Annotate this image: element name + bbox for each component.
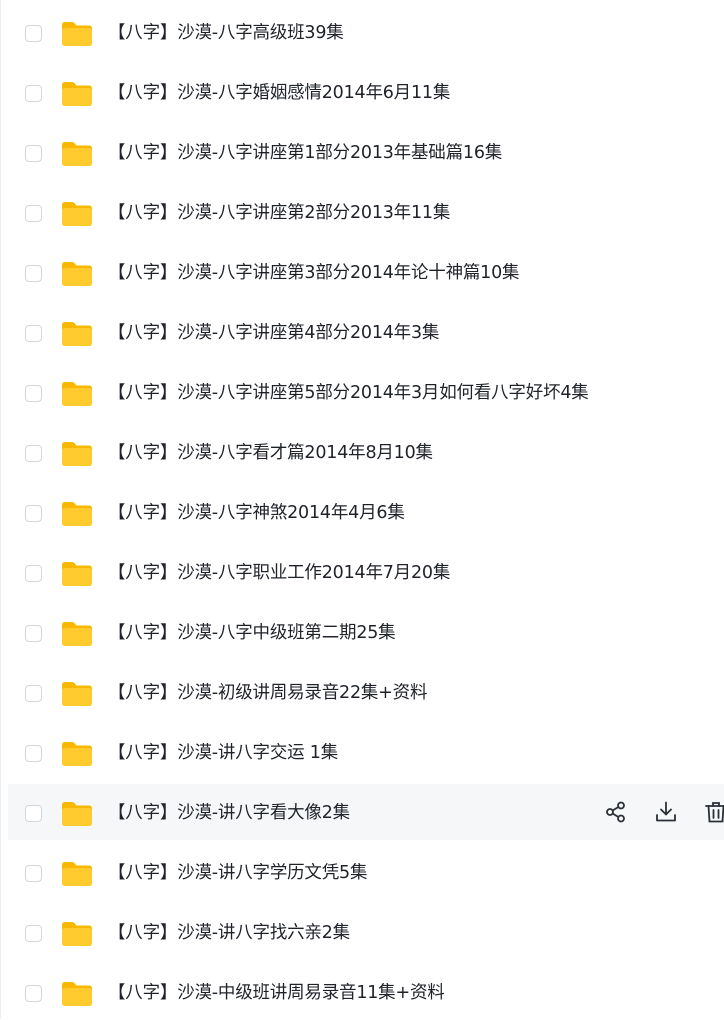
download-button[interactable] [652,798,680,826]
share-button[interactable] [602,798,630,826]
file-row[interactable]: 【八字】沙漠-初级讲周易录音22集+资料 [8,664,724,720]
trash-button[interactable] [702,798,724,826]
file-name[interactable]: 【八字】沙漠-八字讲座第2部分2013年11集 [108,200,450,226]
file-name[interactable]: 【八字】沙漠-八字讲座第3部分2014年论十神篇10集 [108,260,520,286]
row-checkbox[interactable] [25,985,42,1002]
folder-icon [61,21,93,47]
file-row[interactable]: 【八字】沙漠-讲八字交运 1集 [8,724,724,780]
row-checkbox[interactable] [25,445,42,462]
row-checkbox[interactable] [25,625,42,642]
folder-icon [61,921,93,947]
file-name[interactable]: 【八字】沙漠-讲八字看大像2集 [108,800,350,826]
file-row[interactable]: 【八字】沙漠-八字高级班39集 [8,4,724,60]
folder-icon [61,441,93,467]
row-checkbox[interactable] [25,325,42,342]
folder-icon [61,981,93,1007]
file-name[interactable]: 【八字】沙漠-讲八字学历文凭5集 [108,860,367,886]
file-row[interactable]: 【八字】沙漠-八字神煞2014年4月6集 [8,484,724,540]
file-row[interactable]: 【八字】沙漠-八字婚姻感情2014年6月11集 [8,64,724,120]
file-name[interactable]: 【八字】沙漠-八字神煞2014年4月6集 [108,500,405,526]
share-icon [602,798,630,826]
row-checkbox[interactable] [25,505,42,522]
row-checkbox[interactable] [25,925,42,942]
file-name[interactable]: 【八字】沙漠-八字中级班第二期25集 [108,620,396,646]
file-name[interactable]: 【八字】沙漠-八字讲座第5部分2014年3月如何看八字好坏4集 [108,380,589,406]
file-row[interactable]: 【八字】沙漠-八字讲座第2部分2013年11集 [8,184,724,240]
folder-icon [61,741,93,767]
file-name[interactable]: 【八字】沙漠-八字看才篇2014年8月10集 [108,440,433,466]
file-name[interactable]: 【八字】沙漠-八字讲座第1部分2013年基础篇16集 [108,140,502,166]
file-row[interactable]: 【八字】沙漠-八字讲座第4部分2014年3集 [8,304,724,360]
file-list: 【八字】沙漠-八字高级班39集 【八字】沙漠-八字婚姻感情2014年6月11集 【八… [0,0,724,1019]
file-row[interactable]: 【八字】沙漠-讲八字学历文凭5集 [8,844,724,900]
file-name[interactable]: 【八字】沙漠-初级讲周易录音22集+资料 [108,680,427,706]
row-checkbox[interactable] [25,865,42,882]
file-name[interactable]: 【八字】沙漠-中级班讲周易录音11集+资料 [108,980,445,1006]
trash-icon [702,798,724,826]
folder-icon [61,501,93,527]
file-name[interactable]: 【八字】沙漠-讲八字找六亲2集 [108,920,350,946]
row-checkbox[interactable] [25,265,42,282]
folder-icon [61,861,93,887]
row-checkbox[interactable] [25,85,42,102]
file-row[interactable]: 【八字】沙漠-八字讲座第3部分2014年论十神篇10集 [8,244,724,300]
folder-icon [61,681,93,707]
folder-icon [61,261,93,287]
file-name[interactable]: 【八字】沙漠-八字婚姻感情2014年6月11集 [108,80,450,106]
row-checkbox[interactable] [25,565,42,582]
folder-icon [61,321,93,347]
row-checkbox[interactable] [25,685,42,702]
folder-icon [61,621,93,647]
folder-icon [61,141,93,167]
file-name[interactable]: 【八字】沙漠-讲八字交运 1集 [108,740,338,766]
download-icon [652,798,680,826]
folder-icon [61,81,93,107]
row-actions [602,798,724,826]
folder-icon [61,381,93,407]
row-checkbox[interactable] [25,205,42,222]
file-row[interactable]: 【八字】沙漠-八字中级班第二期25集 [8,604,724,660]
row-checkbox[interactable] [25,385,42,402]
file-name[interactable]: 【八字】沙漠-八字高级班39集 [108,20,344,46]
file-row[interactable]: 【八字】沙漠-八字看才篇2014年8月10集 [8,424,724,480]
row-checkbox[interactable] [25,145,42,162]
folder-icon [61,801,93,827]
file-row[interactable]: 【八字】沙漠-讲八字找六亲2集 [8,904,724,960]
file-row[interactable]: 【八字】沙漠-八字讲座第1部分2013年基础篇16集 [8,124,724,180]
row-checkbox[interactable] [25,745,42,762]
file-row[interactable]: 【八字】沙漠-中级班讲周易录音11集+资料 [8,964,724,1020]
list-left-border [0,0,1,1019]
file-name[interactable]: 【八字】沙漠-八字讲座第4部分2014年3集 [108,320,439,346]
file-row[interactable]: 【八字】沙漠-八字讲座第5部分2014年3月如何看八字好坏4集 [8,364,724,420]
file-row[interactable]: 【八字】沙漠-讲八字看大像2集 [8,784,724,840]
file-name[interactable]: 【八字】沙漠-八字职业工作2014年7月20集 [108,560,450,586]
file-row[interactable]: 【八字】沙漠-八字职业工作2014年7月20集 [8,544,724,600]
row-checkbox[interactable] [25,805,42,822]
folder-icon [61,561,93,587]
row-checkbox[interactable] [25,25,42,42]
folder-icon [61,201,93,227]
